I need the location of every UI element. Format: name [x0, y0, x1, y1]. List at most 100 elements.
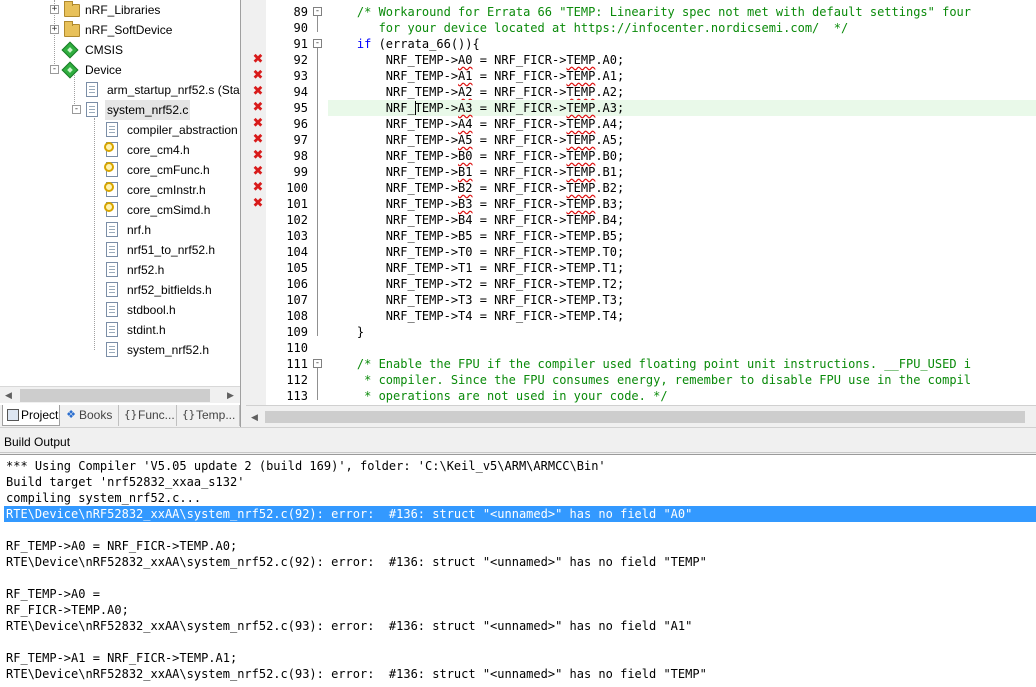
tree-item[interactable]: arm_startup_nrf52.s (Star: [0, 80, 240, 100]
output-line[interactable]: *** Using Compiler 'V5.05 update 2 (buil…: [6, 458, 606, 474]
error-marker-icon[interactable]: ✖: [252, 69, 264, 82]
tree-item[interactable]: core_cm4.h: [0, 140, 240, 160]
code-line[interactable]: NRF_TEMP->A2 = NRF_FICR->TEMP.A2;: [328, 84, 1036, 100]
code-line[interactable]: NRF_TEMP->B1 = NRF_FICR->TEMP.B1;: [328, 164, 1036, 180]
code-line[interactable]: }: [328, 324, 1036, 340]
line-number: 97: [293, 133, 308, 147]
code-line[interactable]: NRF_TEMP->A3 = NRF_FICR->TEMP.A3;: [328, 100, 1036, 116]
error-marker-icon[interactable]: ✖: [252, 85, 264, 98]
code-line[interactable]: * operations are not used in your code. …: [328, 388, 1036, 404]
error-marker-icon[interactable]: ✖: [252, 117, 264, 130]
tree-item[interactable]: nrf.h: [0, 220, 240, 240]
code-line[interactable]: NRF_TEMP->B2 = NRF_FICR->TEMP.B2;: [328, 180, 1036, 196]
output-line[interactable]: RF_TEMP->A0 = NRF_FICR->TEMP.A0;: [6, 538, 237, 554]
tab-project[interactable]: Project: [2, 405, 60, 426]
file-icon: [106, 302, 118, 317]
tree-horizontal-scrollbar[interactable]: ◀ ▶: [0, 386, 240, 403]
code-line[interactable]: NRF_TEMP->T2 = NRF_FICR->TEMP.T2;: [328, 276, 1036, 292]
tree-item[interactable]: - Device: [0, 60, 240, 80]
tree-item[interactable]: core_cmSimd.h: [0, 200, 240, 220]
line-number: 108: [286, 309, 308, 323]
expand-icon[interactable]: +: [50, 25, 59, 34]
tree-item[interactable]: stdint.h: [0, 320, 240, 340]
file-icon: [106, 322, 118, 337]
fold-toggle-icon[interactable]: -: [313, 359, 322, 368]
code-line[interactable]: NRF_TEMP->A5 = NRF_FICR->TEMP.A5;: [328, 132, 1036, 148]
scroll-left-arrow-icon[interactable]: ◀: [246, 409, 263, 426]
output-line[interactable]: RF_TEMP->A1 = NRF_FICR->TEMP.A1;: [6, 650, 237, 666]
error-marker-icon[interactable]: ✖: [252, 181, 264, 194]
tree-item[interactable]: nrf52.h: [0, 260, 240, 280]
code-line[interactable]: /* Workaround for Errata 66 "TEMP: Linea…: [328, 4, 1036, 20]
expand-icon[interactable]: +: [50, 5, 59, 14]
tab-label: Func...: [138, 408, 175, 422]
output-line[interactable]: RF_FICR->TEMP.A0;: [6, 602, 129, 618]
code-line[interactable]: if (errata_66()){: [328, 36, 1036, 52]
tree-item[interactable]: - system_nrf52.c: [0, 100, 240, 120]
code-line[interactable]: for your device located at https://infoc…: [328, 20, 1036, 36]
code-line[interactable]: /* Enable the FPU if the compiler used f…: [328, 356, 1036, 372]
code-line[interactable]: NRF_TEMP->T1 = NRF_FICR->TEMP.T1;: [328, 260, 1036, 276]
output-line-selected[interactable]: RTE\Device\nRF52832_xxAA\system_nrf52.c(…: [4, 506, 1036, 522]
code-line[interactable]: NRF_TEMP->T3 = NRF_FICR->TEMP.T3;: [328, 292, 1036, 308]
gem-icon: [61, 41, 79, 59]
ide-window: + nRF_Libraries + nRF_SoftDevice CMSIS - Devic…: [0, 0, 1036, 687]
line-number: 104: [286, 245, 308, 259]
error-marker-icon[interactable]: ✖: [252, 133, 264, 146]
scroll-right-arrow-icon[interactable]: ▶: [222, 387, 239, 404]
error-marker-icon[interactable]: ✖: [252, 149, 264, 162]
editor-scroll-thumb[interactable]: [265, 411, 1025, 423]
code-line[interactable]: * compiler. Since the FPU consumes energ…: [328, 372, 1036, 388]
build-output-title: Build Output: [0, 432, 1036, 453]
tab-books[interactable]: ❖ Books: [61, 405, 119, 426]
code-line[interactable]: [328, 340, 1036, 356]
error-squiggle: TEMP: [566, 69, 596, 83]
error-marker-icon[interactable]: ✖: [252, 101, 264, 114]
tab-functions[interactable]: {} Func...: [120, 405, 177, 426]
code-line[interactable]: NRF_TEMP->B3 = NRF_FICR->TEMP.B3;: [328, 196, 1036, 212]
key-file-icon: [104, 142, 118, 157]
scroll-left-arrow-icon[interactable]: ◀: [0, 387, 17, 404]
error-squiggle: TEMP: [566, 181, 596, 195]
collapse-icon[interactable]: -: [50, 65, 59, 74]
tree-item-label: core_cm4.h: [127, 143, 190, 157]
error-marker-icon[interactable]: ✖: [252, 165, 264, 178]
output-line[interactable]: compiling system_nrf52.c...: [6, 490, 201, 506]
error-marker-icon[interactable]: ✖: [252, 53, 264, 66]
code-editor[interactable]: 89- /* Workaround for Errata 66 "TEMP: L…: [246, 0, 1036, 405]
output-line[interactable]: RF_TEMP->A0 =: [6, 586, 100, 602]
fold-toggle-icon[interactable]: -: [313, 39, 322, 48]
tree-item[interactable]: compiler_abstraction: [0, 120, 240, 140]
output-line[interactable]: Build target 'nrf52832_xxaa_s132': [6, 474, 244, 490]
tree-item[interactable]: core_cmInstr.h: [0, 180, 240, 200]
code-line[interactable]: NRF_TEMP->A4 = NRF_FICR->TEMP.A4;: [328, 116, 1036, 132]
build-output-pane[interactable]: *** Using Compiler 'V5.05 update 2 (buil…: [0, 454, 1036, 687]
tree-item[interactable]: nrf52_bitfields.h: [0, 280, 240, 300]
tree-item[interactable]: CMSIS: [0, 40, 240, 60]
code-line[interactable]: NRF_TEMP->A1 = NRF_FICR->TEMP.A1;: [328, 68, 1036, 84]
code-line[interactable]: NRF_TEMP->T4 = NRF_FICR->TEMP.T4;: [328, 308, 1036, 324]
tree-item[interactable]: + nRF_Libraries: [0, 0, 240, 20]
code-line[interactable]: NRF_TEMP->B4 = NRF_FICR->TEMP.B4;: [328, 212, 1036, 228]
tree-item[interactable]: system_nrf52.h: [0, 340, 240, 360]
code-line[interactable]: NRF_TEMP->B0 = NRF_FICR->TEMP.B0;: [328, 148, 1036, 164]
tab-templates[interactable]: {} Temp...: [178, 405, 240, 426]
code-line[interactable]: NRF_TEMP->B5 = NRF_FICR->TEMP.B5;: [328, 228, 1036, 244]
tree-item[interactable]: + nRF_SoftDevice: [0, 20, 240, 40]
tree-item[interactable]: core_cmFunc.h: [0, 160, 240, 180]
line-number: 102: [286, 213, 308, 227]
line-number: 113: [286, 389, 308, 403]
tree-scroll-thumb[interactable]: [20, 389, 210, 402]
code-line[interactable]: NRF_TEMP->A0 = NRF_FICR->TEMP.A0;: [328, 52, 1036, 68]
tree-item[interactable]: nrf51_to_nrf52.h: [0, 240, 240, 260]
editor-horizontal-scrollbar[interactable]: ◀: [246, 405, 1036, 427]
fold-toggle-icon[interactable]: -: [313, 7, 322, 16]
project-icon: [7, 409, 19, 421]
tree-item[interactable]: stdbool.h: [0, 300, 240, 320]
code-line[interactable]: NRF_TEMP->T0 = NRF_FICR->TEMP.T0;: [328, 244, 1036, 260]
error-marker-icon[interactable]: ✖: [252, 197, 264, 210]
collapse-icon[interactable]: -: [72, 105, 81, 114]
output-line[interactable]: RTE\Device\nRF52832_xxAA\system_nrf52.c(…: [6, 618, 692, 634]
output-line[interactable]: RTE\Device\nRF52832_xxAA\system_nrf52.c(…: [6, 554, 707, 570]
output-line[interactable]: RTE\Device\nRF52832_xxAA\system_nrf52.c(…: [6, 666, 707, 682]
